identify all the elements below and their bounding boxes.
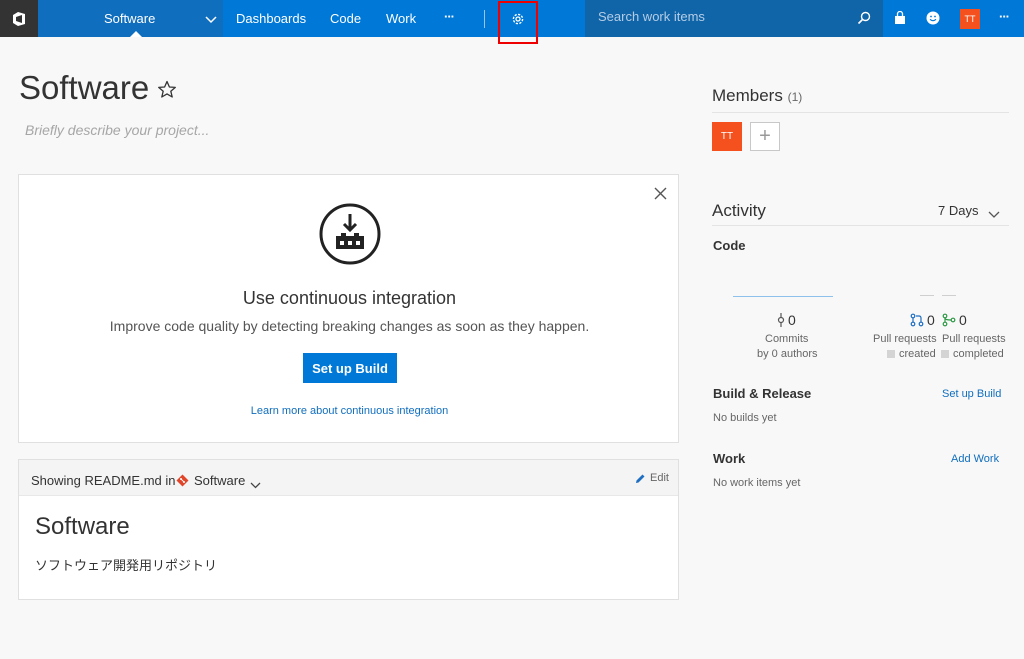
ci-promo-card: Use continuous integration Improve code … xyxy=(18,174,679,443)
chevron-down-icon xyxy=(205,12,217,27)
setup-build-button[interactable]: Set up Build xyxy=(303,353,397,383)
project-switcher-label: Software xyxy=(104,11,156,26)
setup-build-link[interactable]: Set up Build xyxy=(942,388,1001,400)
readme-header: Showing README.md in Software Edit xyxy=(19,460,678,496)
commits-sparkline xyxy=(733,296,833,297)
pr-completed-stat[interactable]: 0 xyxy=(942,312,967,328)
favorite-star-icon[interactable] xyxy=(157,80,177,104)
commits-stat[interactable]: 0 xyxy=(777,312,796,328)
chevron-down-icon[interactable] xyxy=(250,476,261,494)
pr-created-sparkline xyxy=(920,295,934,296)
pr-completed-label: Pull requests xyxy=(942,333,1006,345)
search-input[interactable] xyxy=(598,9,848,24)
pencil-icon xyxy=(636,474,645,483)
divider xyxy=(712,112,1009,113)
pr-completed-legend: completed xyxy=(941,348,1004,360)
pr-created-legend: created xyxy=(887,348,936,360)
nav-code[interactable]: Code xyxy=(330,11,361,26)
legend-swatch xyxy=(941,350,949,358)
git-repo-icon xyxy=(176,474,189,492)
commits-authors: by 0 authors xyxy=(757,348,818,360)
member-avatar[interactable]: TT xyxy=(712,122,742,151)
ci-card-title: Use continuous integration xyxy=(242,288,457,308)
work-status: No work items yet xyxy=(713,477,801,489)
edit-label: Edit xyxy=(650,472,669,484)
add-member-button[interactable]: + xyxy=(750,122,780,151)
readme-showing-label: Showing README.md in xyxy=(31,473,176,488)
page-title: Software xyxy=(19,69,150,106)
readme-body: ソフトウェア開発用リポジトリ xyxy=(35,558,218,573)
activity-range-dropdown[interactable]: 7 Days xyxy=(938,203,978,218)
code-section-label: Code xyxy=(713,238,746,253)
readme-panel: Showing README.md in Software Edit Softw… xyxy=(18,459,679,600)
close-icon[interactable] xyxy=(654,187,667,205)
vsts-logo-icon[interactable] xyxy=(0,0,38,37)
build-release-label: Build & Release xyxy=(713,386,812,401)
nav-dashboards[interactable]: Dashboards xyxy=(236,11,306,26)
members-title: Members xyxy=(712,86,783,105)
edit-readme-button[interactable]: Edit xyxy=(635,472,669,484)
nav-divider xyxy=(484,10,485,28)
nav-more-button[interactable]: ··· xyxy=(444,9,455,24)
build-factory-icon xyxy=(319,203,381,270)
nav-work[interactable]: Work xyxy=(386,11,416,26)
pr-created-value: 0 xyxy=(927,312,935,328)
commits-value: 0 xyxy=(788,312,796,328)
learn-more-ci-link[interactable]: Learn more about continuous integration xyxy=(19,405,680,417)
chevron-down-icon[interactable] xyxy=(988,206,1000,224)
top-nav-bar: Software Dashboards Code Work ··· TT ··· xyxy=(0,0,1024,44)
readme-heading: Software xyxy=(35,513,130,540)
pr-completed-sublabel: completed xyxy=(953,348,1004,360)
pr-created-stat[interactable]: 0 xyxy=(910,312,935,328)
annotation-highlight-box xyxy=(498,1,538,44)
add-work-link[interactable]: Add Work xyxy=(951,453,999,465)
repo-selector[interactable]: Software xyxy=(194,473,245,488)
search-box[interactable] xyxy=(585,0,883,37)
pr-created-label: Pull requests xyxy=(873,333,937,345)
pull-request-icon xyxy=(910,313,924,327)
marketplace-bag-icon[interactable] xyxy=(893,10,907,30)
pr-created-sublabel: created xyxy=(899,348,936,360)
members-count: (1) xyxy=(787,90,803,104)
pr-completed-value: 0 xyxy=(959,312,967,328)
pr-completed-sparkline xyxy=(942,295,956,296)
divider xyxy=(712,225,1009,226)
members-heading: Members (1) xyxy=(712,86,802,106)
selected-indicator xyxy=(130,31,142,37)
project-description-field[interactable]: Briefly describe your project... xyxy=(25,122,209,138)
commit-icon xyxy=(777,313,785,327)
feedback-smiley-icon[interactable] xyxy=(926,11,940,30)
work-section-label: Work xyxy=(713,451,746,466)
activity-title: Activity xyxy=(712,201,766,220)
project-switcher[interactable]: Software xyxy=(38,0,223,37)
legend-swatch xyxy=(887,350,895,358)
user-more-button[interactable]: ··· xyxy=(999,9,1010,24)
user-avatar[interactable]: TT xyxy=(960,9,980,29)
build-status: No builds yet xyxy=(713,412,777,424)
merged-pr-icon xyxy=(942,313,956,327)
search-icon[interactable] xyxy=(857,11,871,30)
commits-label: Commits xyxy=(765,333,809,345)
ci-card-subtitle: Improve code quality by detecting breaki… xyxy=(109,318,590,334)
